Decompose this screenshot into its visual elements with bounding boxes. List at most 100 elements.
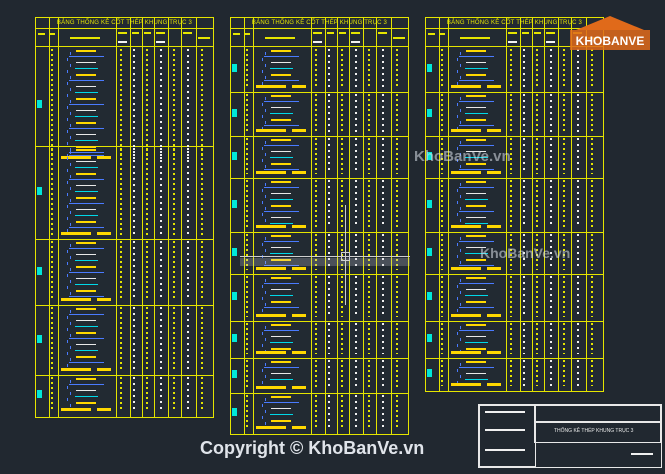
- data-column: [550, 49, 552, 88]
- rebar-hook: [261, 147, 263, 150]
- data-column: [510, 94, 512, 132]
- header-label: [351, 32, 360, 34]
- data-column: [160, 307, 162, 371]
- data-column: [146, 49, 148, 159]
- data-column: [315, 49, 317, 88]
- data-column: [577, 234, 579, 270]
- rebar-hook: [265, 338, 266, 341]
- title-block[interactable]: THỐNG KÊ THÉP KHUNG TRỤC 3: [478, 404, 662, 468]
- data-column: [341, 323, 343, 354]
- rebar-hook: [456, 369, 458, 372]
- data-column: [382, 323, 384, 354]
- data-column: [550, 323, 552, 354]
- section-marker: [427, 369, 432, 377]
- rebar-hook: [66, 286, 68, 289]
- rebar-hook: [460, 207, 461, 210]
- header-label: [428, 33, 435, 35]
- data-column: [173, 148, 175, 235]
- data-column: [382, 49, 384, 88]
- data-column: [187, 377, 189, 411]
- data-column: [328, 94, 330, 132]
- title-block-label: THỐNG KÊ THÉP KHUNG TRỤC 3: [554, 428, 634, 434]
- rebar-hook: [265, 422, 266, 425]
- data-column: [368, 94, 370, 132]
- rebar-base: [292, 129, 306, 132]
- rebar-base: [451, 383, 481, 386]
- rebar-line: [464, 379, 488, 380]
- mark-column: [51, 307, 53, 371]
- rebar-hook: [261, 115, 263, 118]
- rebar-line: [263, 367, 299, 368]
- rebar-hook: [456, 115, 458, 118]
- header-label: [460, 37, 490, 39]
- rebar-line: [466, 277, 486, 279]
- rebar-line: [271, 247, 291, 248]
- mark-column: [441, 49, 443, 88]
- rebar-line: [458, 169, 494, 170]
- rebar-hook: [265, 303, 266, 306]
- header-label: [198, 37, 210, 39]
- section-marker: [232, 334, 237, 342]
- rebar-base: [451, 129, 481, 132]
- rebar-line: [76, 146, 96, 148]
- rebar-hook: [70, 404, 71, 407]
- rebar-line: [68, 384, 104, 385]
- cursor-crosshair-horizontal: [240, 256, 410, 257]
- rebar-line: [263, 80, 299, 81]
- rebar-hook: [70, 112, 71, 115]
- data-column: [563, 138, 565, 174]
- rebar-hook: [261, 159, 263, 162]
- data-column: [591, 323, 593, 354]
- data-column: [315, 395, 317, 429]
- rebar-line: [76, 290, 96, 292]
- data-column: [315, 138, 317, 174]
- rebar-hook: [460, 338, 461, 341]
- header-label: [38, 33, 45, 35]
- rebar-line: [76, 197, 96, 199]
- rebar-hook: [70, 280, 71, 283]
- rebar-hook: [70, 268, 71, 271]
- rebar-line: [263, 211, 299, 212]
- section-marker: [427, 64, 432, 72]
- section-marker: [37, 100, 42, 108]
- rebar-line: [76, 390, 96, 391]
- rebar-line: [76, 149, 96, 151]
- header-label: [245, 33, 250, 35]
- rebar-base: [97, 298, 111, 301]
- rebar-line: [68, 80, 104, 81]
- data-column: [146, 241, 148, 301]
- rebar-line: [76, 242, 96, 244]
- data-column: [591, 138, 593, 174]
- rebar-line: [76, 320, 96, 321]
- data-column: [523, 323, 525, 354]
- data-column: [120, 148, 122, 235]
- header-label: [70, 37, 100, 39]
- rebar-hook: [460, 375, 461, 378]
- mark-column: [246, 323, 248, 354]
- rebar-line: [76, 161, 96, 162]
- rebar-line: [74, 350, 98, 351]
- rebar-line: [74, 92, 98, 93]
- rebar-line: [271, 151, 291, 152]
- header-label: [351, 41, 360, 43]
- rebar-hook: [265, 375, 266, 378]
- data-column: [341, 276, 343, 317]
- rebar-line: [263, 125, 299, 126]
- rebar-line: [458, 367, 494, 368]
- rebar-hook: [66, 364, 68, 367]
- rebar-line: [271, 373, 291, 374]
- mark-column: [51, 377, 53, 411]
- mark-column: [441, 276, 443, 317]
- rebar-line: [68, 338, 104, 339]
- rebar-line: [464, 199, 488, 200]
- rebar-base: [61, 298, 91, 301]
- data-column: [328, 360, 330, 389]
- data-column: [355, 49, 357, 88]
- data-column: [382, 94, 384, 132]
- rebar-hook: [66, 106, 68, 109]
- data-column: [536, 180, 538, 228]
- mark-column: [246, 180, 248, 228]
- mark-column: [51, 148, 53, 235]
- rebar-hook: [261, 103, 263, 106]
- rebar-hook: [66, 130, 68, 133]
